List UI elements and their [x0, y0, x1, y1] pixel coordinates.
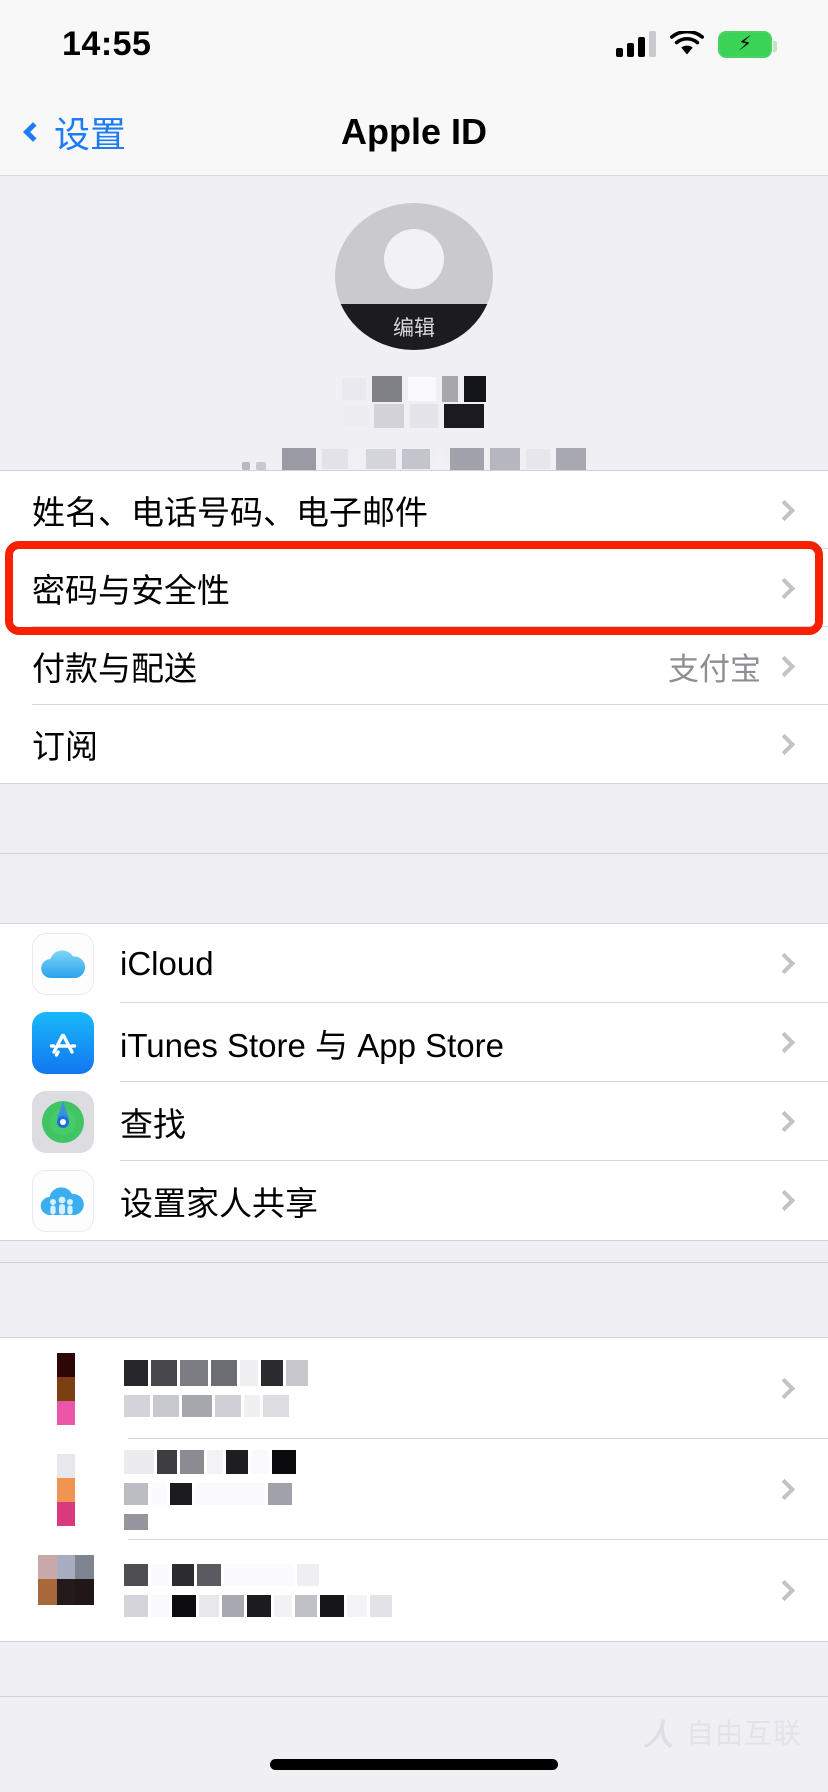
back-button[interactable]: 设置 — [22, 106, 126, 158]
status-bar: 14:55 ⚡ — [0, 0, 828, 88]
list-item[interactable] — [0, 1439, 828, 1540]
chevron-right-icon — [773, 1478, 796, 1501]
row-label: 订阅 — [32, 728, 98, 765]
account-settings-group: 姓名、电话号码、电子邮件 密码与安全性 付款与配送 支付宝 订阅 — [0, 470, 828, 784]
avatar-edit-label[interactable]: 编辑 — [335, 304, 493, 350]
profile-header: 编辑 — [0, 177, 828, 470]
row-name-phone-email[interactable]: 姓名、电话号码、电子邮件 — [0, 471, 828, 549]
services-group: iCloud iTunes Store 与 App Store 查找 设置家人共… — [0, 853, 828, 1241]
row-password-security[interactable]: 密码与安全性 — [0, 549, 828, 627]
chevron-right-icon — [773, 577, 796, 599]
site-watermark: 人 自由互联 — [642, 1710, 802, 1754]
chevron-right-icon — [773, 1031, 796, 1054]
account-name-redacted — [342, 376, 486, 402]
chevron-right-icon — [773, 1377, 796, 1400]
row-label: 设置家人共享 — [120, 1184, 318, 1222]
row-itunes-app-store[interactable]: iTunes Store 与 App Store — [0, 1003, 828, 1082]
device-thumbnail-redacted — [38, 1453, 94, 1526]
devices-group — [0, 1262, 828, 1642]
row-family-sharing[interactable]: 设置家人共享 — [0, 1161, 828, 1240]
bolt-icon: ⚡ — [737, 33, 753, 55]
back-button-label: 设置 — [54, 113, 127, 155]
chevron-right-icon — [773, 1110, 796, 1133]
app-store-icon — [32, 1011, 94, 1074]
row-find-my[interactable]: 查找 — [0, 1082, 828, 1161]
group-spacer — [0, 854, 828, 924]
icloud-icon — [32, 932, 94, 995]
status-time: 14:55 — [62, 24, 152, 63]
row-payment-shipping[interactable]: 付款与配送 支付宝 — [0, 627, 828, 705]
account-name-redacted-row2 — [344, 404, 484, 428]
cellular-signal-icon — [616, 31, 656, 57]
family-sharing-icon — [32, 1169, 94, 1232]
account-email-redacted — [242, 448, 586, 470]
find-my-icon — [32, 1090, 94, 1153]
home-indicator[interactable] — [270, 1759, 558, 1770]
row-label: 付款与配送 — [32, 650, 197, 687]
chevron-right-icon — [773, 733, 796, 755]
device-label-redacted — [124, 1564, 777, 1617]
battery-charging-icon: ⚡ — [718, 30, 777, 58]
chevron-right-icon — [773, 499, 796, 521]
row-subscriptions[interactable]: 订阅 — [0, 705, 828, 783]
device-label-redacted — [124, 1449, 777, 1530]
chevron-right-icon — [773, 1579, 796, 1602]
row-label: iCloud — [120, 944, 214, 982]
device-label-redacted — [124, 1360, 777, 1417]
chevron-right-icon — [773, 655, 796, 677]
device-thumbnail-redacted — [38, 1554, 95, 1627]
watermark-text: 自由互联 — [685, 1718, 802, 1749]
device-thumbnail-redacted — [38, 1352, 94, 1425]
chevron-left-icon — [23, 121, 43, 142]
row-label: iTunes Store 与 App Store — [120, 1026, 504, 1064]
row-value: 支付宝 — [668, 651, 761, 687]
row-label: 查找 — [120, 1105, 186, 1143]
row-label: 密码与安全性 — [32, 572, 230, 609]
wifi-icon — [670, 29, 704, 57]
watermark-logo-icon: 人 — [641, 1719, 679, 1752]
chevron-right-icon — [773, 1189, 796, 1212]
list-item[interactable] — [0, 1540, 828, 1641]
list-item[interactable] — [0, 1338, 828, 1439]
row-icloud[interactable]: iCloud — [0, 924, 828, 1003]
person-placeholder-avatar — [384, 229, 444, 289]
chevron-right-icon — [773, 952, 796, 975]
iphone-screen: 14:55 ⚡ Apple ID 设置 编辑 姓名、电话号码、电子邮件 密码与安… — [0, 0, 828, 1792]
avatar[interactable]: 编辑 — [335, 203, 493, 350]
status-indicators: ⚡ — [616, 29, 777, 58]
navigation-bar: Apple ID 设置 — [0, 88, 828, 176]
row-label: 姓名、电话号码、电子邮件 — [32, 494, 428, 531]
group-spacer — [0, 1263, 828, 1338]
